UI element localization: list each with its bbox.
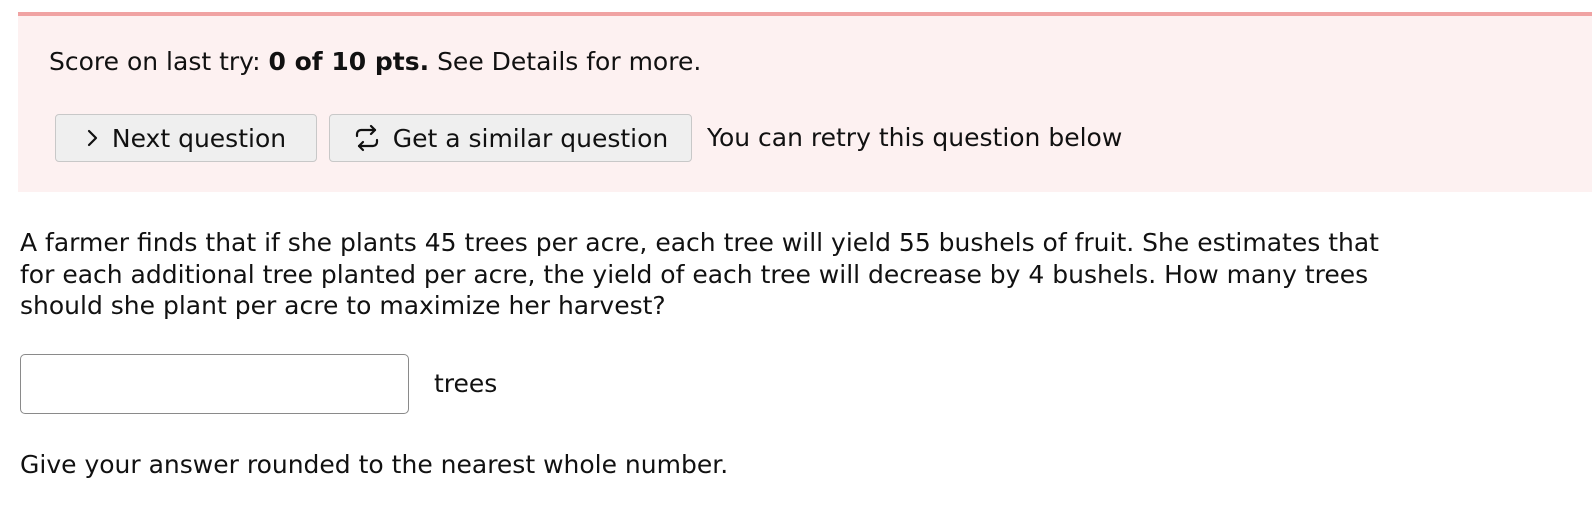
chevron-right-icon: [86, 128, 100, 148]
repeat-icon: [353, 124, 381, 152]
score-summary: Score on last try: 0 of 10 pts. See Deta…: [49, 46, 701, 78]
next-question-button[interactable]: Next question: [55, 114, 317, 162]
question-text: A farmer finds that if she plants 45 tre…: [20, 228, 1379, 320]
score-prefix: Score on last try:: [49, 47, 261, 76]
answer-unit-label: trees: [434, 369, 498, 398]
score-value: 0 of 10 pts.: [268, 47, 430, 76]
answer-input[interactable]: [20, 354, 409, 414]
next-question-label: Next question: [111, 123, 287, 153]
score-suffix: See Details for more.: [437, 47, 702, 76]
score-panel: Score on last try: 0 of 10 pts. See Deta…: [18, 12, 1592, 192]
similar-question-button[interactable]: Get a similar question: [329, 114, 692, 162]
retry-note: You can retry this question below: [707, 123, 1123, 152]
similar-question-label: Get a similar question: [392, 123, 669, 153]
rounding-hint: Give your answer rounded to the nearest …: [20, 450, 729, 479]
